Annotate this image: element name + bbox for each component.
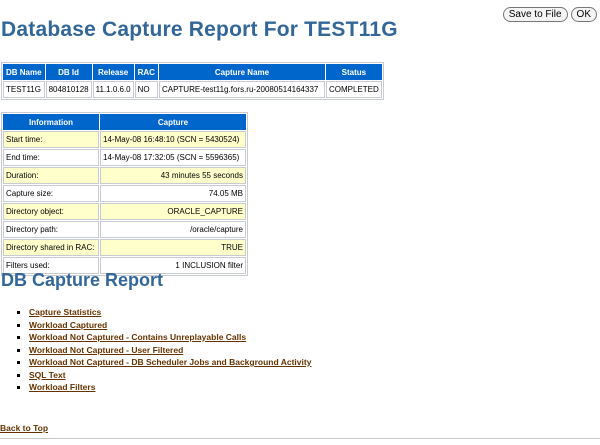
table-cell: COMPLETED: [325, 81, 382, 98]
capture-statistics-link[interactable]: Capture Statistics: [29, 307, 101, 317]
table-row: Capture size: 74.05 MB: [3, 185, 246, 202]
workload-not-captured-scheduler-link[interactable]: Workload Not Captured - DB Scheduler Job…: [29, 357, 311, 367]
table-row: Directory shared in RAC: TRUE: [3, 239, 246, 256]
column-header: DB Name: [3, 64, 45, 80]
table-cell-value: 43 minutes 55 seconds: [100, 167, 246, 184]
table-cell-value: 74.05 MB: [100, 185, 246, 202]
workload-filters-link[interactable]: Workload Filters: [29, 382, 95, 392]
list-item: Workload Filters: [29, 381, 311, 394]
section-title: DB Capture Report: [1, 270, 164, 290]
table-row: Directory path: /oracle/capture: [3, 221, 246, 238]
column-header: Release: [92, 64, 134, 80]
save-to-file-button[interactable]: Save to File: [502, 7, 568, 22]
capture-info-table: Information Capture Start time: 14-May-0…: [1, 112, 248, 276]
table-row: Duration: 43 minutes 55 seconds: [3, 167, 246, 184]
table-cell-value: /oracle/capture: [100, 221, 246, 238]
table-cell-value: 14-May-08 17:32:05 (SCN = 5596365): [100, 149, 246, 166]
list-item: Workload Captured: [29, 319, 311, 332]
column-header: Capture: [100, 114, 246, 130]
list-item: SQL Text: [29, 369, 311, 382]
top-buttons: Save to File OK: [502, 7, 597, 22]
table-header-row: DB Name DB Id Release RAC Capture Name S…: [3, 64, 382, 80]
workload-not-captured-unreplayable-link[interactable]: Workload Not Captured - Contains Unrepla…: [29, 332, 246, 342]
table-cell-value: ORACLE_CAPTURE: [100, 203, 246, 220]
table-cell-label: Start time:: [3, 131, 99, 148]
database-info-table: DB Name DB Id Release RAC Capture Name S…: [1, 62, 384, 100]
table-cell-label: End time:: [3, 149, 99, 166]
column-header: Status: [325, 64, 382, 80]
table-cell-label: Duration:: [3, 167, 99, 184]
table-cell: CAPTURE-test11g.fors.ru-20080514164337: [158, 81, 325, 98]
table-cell-value: TRUE: [100, 239, 246, 256]
table-cell: 804810128: [45, 81, 92, 98]
table-row: TEST11G 804810128 11.1.0.6.0 NO CAPTURE-…: [3, 81, 382, 98]
table-header-row: Information Capture: [3, 114, 246, 130]
ok-button[interactable]: OK: [570, 7, 597, 22]
sql-text-link[interactable]: SQL Text: [29, 370, 66, 380]
column-header: Capture Name: [158, 64, 325, 80]
column-header: RAC: [134, 64, 158, 80]
table-row: Start time: 14-May-08 16:48:10 (SCN = 54…: [3, 131, 246, 148]
table-cell: NO: [134, 81, 158, 98]
table-cell: TEST11G: [3, 81, 45, 98]
report-links-list: Capture Statistics Workload Captured Wor…: [0, 306, 311, 394]
list-item: Workload Not Captured - Contains Unrepla…: [29, 331, 311, 344]
column-header: DB Id: [45, 64, 92, 80]
table-cell-label: Directory shared in RAC:: [3, 239, 99, 256]
list-item: Workload Not Captured - DB Scheduler Job…: [29, 356, 311, 369]
table-cell: 11.1.0.6.0: [92, 81, 134, 98]
back-to-top-link[interactable]: Back to Top: [0, 423, 48, 433]
page-title: Database Capture Report For TEST11G: [1, 18, 398, 41]
table-cell-label: Directory path:: [3, 221, 99, 238]
table-row: End time: 14-May-08 17:32:05 (SCN = 5596…: [3, 149, 246, 166]
table-row: Directory object: ORACLE_CAPTURE: [3, 203, 246, 220]
table-cell-value: 14-May-08 16:48:10 (SCN = 5430524): [100, 131, 246, 148]
column-header: Information: [3, 114, 99, 130]
list-item: Capture Statistics: [29, 306, 311, 319]
workload-captured-link[interactable]: Workload Captured: [29, 320, 107, 330]
list-item: Workload Not Captured - User Filtered: [29, 344, 311, 357]
workload-not-captured-user-filtered-link[interactable]: Workload Not Captured - User Filtered: [29, 345, 183, 355]
divider: [0, 438, 600, 439]
table-cell-label: Directory object:: [3, 203, 99, 220]
table-cell-label: Capture size:: [3, 185, 99, 202]
